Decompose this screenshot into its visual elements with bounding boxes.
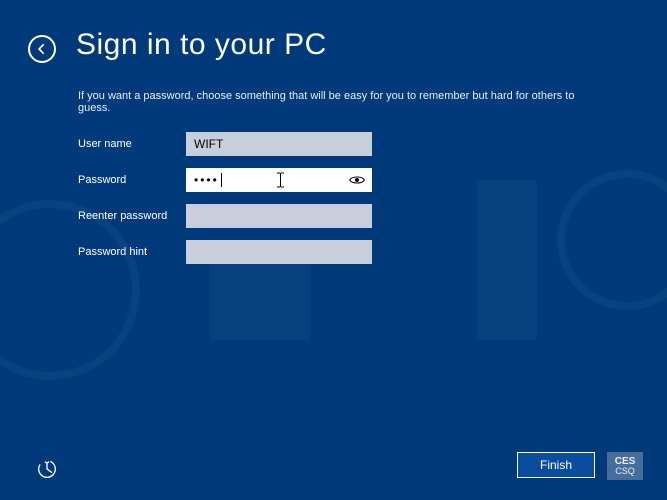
back-arrow-icon (35, 42, 49, 56)
reenter-password-label: Reenter password (78, 210, 186, 222)
password-label: Password (78, 174, 186, 186)
back-button[interactable] (28, 35, 56, 63)
instruction-text: If you want a password, choose something… (78, 90, 598, 114)
reenter-password-field[interactable] (186, 204, 372, 228)
keyboard-layout-indicator[interactable]: CES CSQ (607, 452, 643, 480)
finish-button[interactable]: Finish (517, 452, 595, 478)
password-hint-field[interactable] (186, 240, 372, 264)
finish-button-label: Finish (540, 458, 572, 472)
username-label: User name (78, 138, 186, 150)
username-field[interactable] (186, 132, 372, 156)
kb-layout-line1: CES (615, 456, 636, 467)
password-hint-label: Password hint (78, 246, 186, 258)
page-title: Sign in to your PC (76, 28, 327, 62)
form-area: If you want a password, choose something… (78, 90, 598, 276)
ease-of-access-button[interactable] (36, 458, 58, 480)
kb-layout-line2: CSQ (615, 467, 635, 477)
ease-of-access-icon (37, 459, 57, 479)
password-field[interactable] (186, 168, 372, 192)
eye-icon (349, 174, 365, 186)
password-reveal-button[interactable] (346, 168, 368, 192)
